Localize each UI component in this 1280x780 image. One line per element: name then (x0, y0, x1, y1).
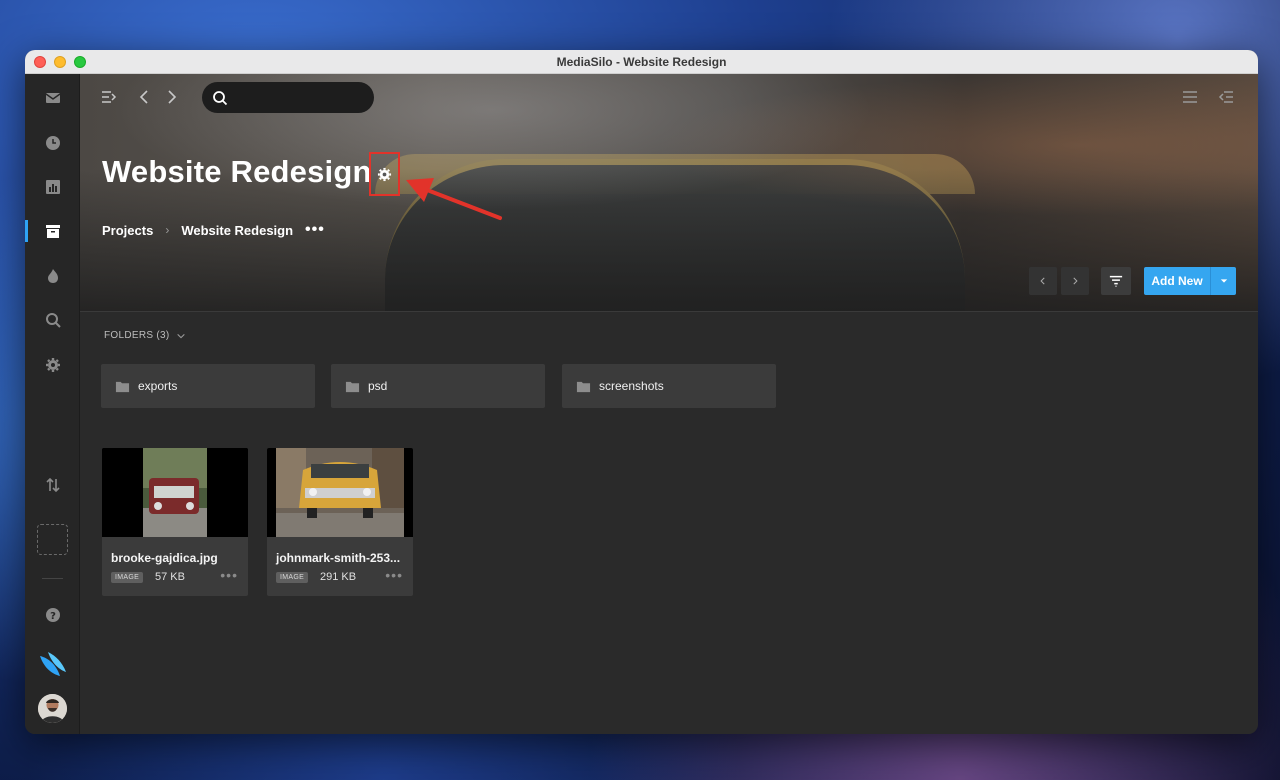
folder-icon (345, 381, 360, 392)
file-thumbnail[interactable] (102, 448, 248, 537)
folder-item[interactable]: exports (101, 364, 315, 408)
folder-icon (115, 381, 130, 392)
sidebar-divider (42, 578, 63, 579)
maximize-window-button[interactable] (74, 56, 86, 68)
search-icon (213, 90, 228, 105)
file-thumbnail[interactable] (267, 448, 413, 537)
folder-icon (576, 381, 591, 392)
thumbnail-image (102, 448, 248, 537)
search-icon (45, 313, 61, 328)
sidebar-item-inbox[interactable] (25, 86, 80, 110)
transfer-icon (45, 477, 60, 493)
file-size: 291 KB (320, 571, 357, 583)
thumbnail-image (276, 448, 404, 537)
upload-dropzone[interactable] (37, 524, 68, 555)
search-bar[interactable] (202, 82, 374, 113)
sidebar-item-analytics[interactable] (25, 175, 80, 199)
chevron-left-icon (139, 90, 148, 104)
folder-item[interactable]: screenshots (562, 364, 776, 408)
inbox-icon (45, 93, 60, 103)
previous-page-button[interactable] (1029, 267, 1057, 295)
window-controls (34, 56, 86, 68)
breadcrumb-separator-icon: › (165, 223, 170, 237)
titlebar: MediaSilo - Website Redesign (25, 50, 1258, 74)
file-type-badge: IMAGE (276, 572, 309, 583)
annotation-arrow-icon (406, 178, 502, 220)
search-input[interactable] (234, 90, 364, 105)
next-page-button[interactable] (1061, 267, 1089, 295)
gear-icon (377, 167, 392, 181)
hamburger-icon (1183, 91, 1197, 103)
sidebar: ? (25, 74, 80, 734)
file-name: brooke-gajdica.jpg (111, 551, 218, 565)
help-icon: ? (45, 608, 60, 622)
chart-icon (45, 180, 60, 194)
folder-name: screenshots (599, 379, 664, 393)
svg-text:?: ? (50, 611, 56, 622)
sidebar-item-search[interactable] (25, 308, 80, 332)
breadcrumb-projects[interactable]: Projects (102, 223, 153, 238)
breadcrumb-current: Website Redesign (181, 222, 294, 238)
add-new-button[interactable]: Add New (1144, 267, 1236, 295)
breadcrumb: Projects › Website Redesign ••• (102, 221, 325, 239)
clock-icon (45, 136, 60, 150)
sidebar-item-settings[interactable] (25, 353, 80, 377)
caret-down-icon (1220, 279, 1227, 283)
folder-name: exports (138, 379, 178, 393)
collapse-panel-button[interactable] (1217, 88, 1235, 106)
project-title: Website Redesign (102, 154, 372, 189)
folder-name: psd (368, 379, 388, 393)
file-more-button[interactable]: ••• (220, 567, 238, 583)
projects-icon (45, 225, 60, 238)
sidebar-item-projects[interactable] (25, 219, 80, 243)
chevron-right-icon (168, 90, 177, 104)
file-name: johnmark-smith-253... (276, 551, 401, 565)
app-window: MediaSilo - Website Redesign ? Website R… (25, 50, 1258, 734)
forward-button[interactable] (162, 88, 180, 106)
sidebar-item-help[interactable]: ? (25, 603, 80, 627)
back-button[interactable] (136, 88, 154, 106)
main-content: Website Redesign Projects › Website Rede… (80, 74, 1258, 734)
file-type-badge: IMAGE (111, 572, 144, 583)
project-hero: Website Redesign Projects › Website Rede… (80, 74, 1258, 312)
collapse-sidebar-button[interactable] (100, 88, 118, 106)
avatar-image (38, 694, 67, 723)
panel-collapse-icon (1218, 91, 1233, 103)
sidebar-item-trending[interactable] (25, 264, 80, 288)
project-settings-highlight[interactable] (369, 152, 400, 196)
mediasilo-logo-icon (39, 652, 66, 676)
folder-item[interactable]: psd (331, 364, 545, 408)
chevron-right-icon (1073, 277, 1078, 285)
file-card[interactable]: johnmark-smith-253... IMAGE 291 KB ••• (267, 448, 413, 596)
add-new-dropdown-button[interactable] (1211, 277, 1236, 285)
filter-icon (1109, 275, 1123, 287)
sidebar-item-recent[interactable] (25, 131, 80, 155)
chevron-left-icon (1040, 277, 1045, 285)
folders-section-label: FOLDERS (3) (104, 330, 170, 341)
flame-icon (47, 269, 58, 283)
list-view-button[interactable] (1181, 88, 1199, 106)
filter-button[interactable] (1101, 267, 1131, 295)
chevron-down-icon (176, 333, 185, 338)
window-title: MediaSilo - Website Redesign (556, 54, 727, 69)
close-window-button[interactable] (34, 56, 46, 68)
minimize-window-button[interactable] (54, 56, 66, 68)
project-more-button[interactable]: ••• (305, 221, 325, 239)
collapse-menu-icon (102, 91, 117, 103)
mediasilo-logo (25, 648, 80, 682)
add-new-label[interactable]: Add New (1144, 274, 1210, 288)
gear-icon (45, 358, 60, 372)
file-more-button[interactable]: ••• (385, 567, 403, 583)
file-card[interactable]: brooke-gajdica.jpg IMAGE 57 KB ••• (102, 448, 248, 596)
sidebar-item-transfers[interactable] (25, 473, 80, 497)
user-avatar[interactable] (38, 694, 67, 723)
folders-section-toggle[interactable]: FOLDERS (3) (104, 330, 186, 341)
file-size: 57 KB (155, 571, 185, 583)
